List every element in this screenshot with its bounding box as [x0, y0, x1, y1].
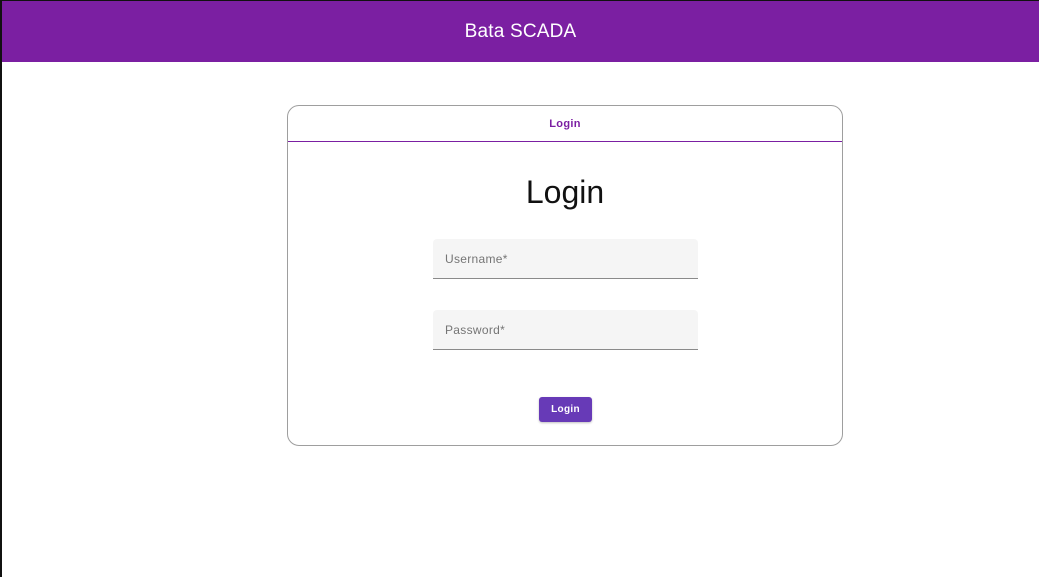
- login-heading: Login: [525, 174, 605, 210]
- username-field[interactable]: [433, 239, 698, 279]
- username-input[interactable]: [433, 239, 698, 278]
- password-input[interactable]: [433, 310, 698, 349]
- app-title: Bata SCADA: [464, 20, 577, 42]
- app-bar: Bata SCADA: [2, 1, 1039, 62]
- password-field[interactable]: [433, 310, 698, 350]
- login-card: Login Login Login: [287, 105, 843, 446]
- login-button[interactable]: Login: [539, 397, 592, 422]
- card-tab-bar: Login: [288, 106, 842, 142]
- app-window: Bata SCADA Login Login Login: [0, 0, 1039, 577]
- tab-login[interactable]: Login: [549, 118, 580, 130]
